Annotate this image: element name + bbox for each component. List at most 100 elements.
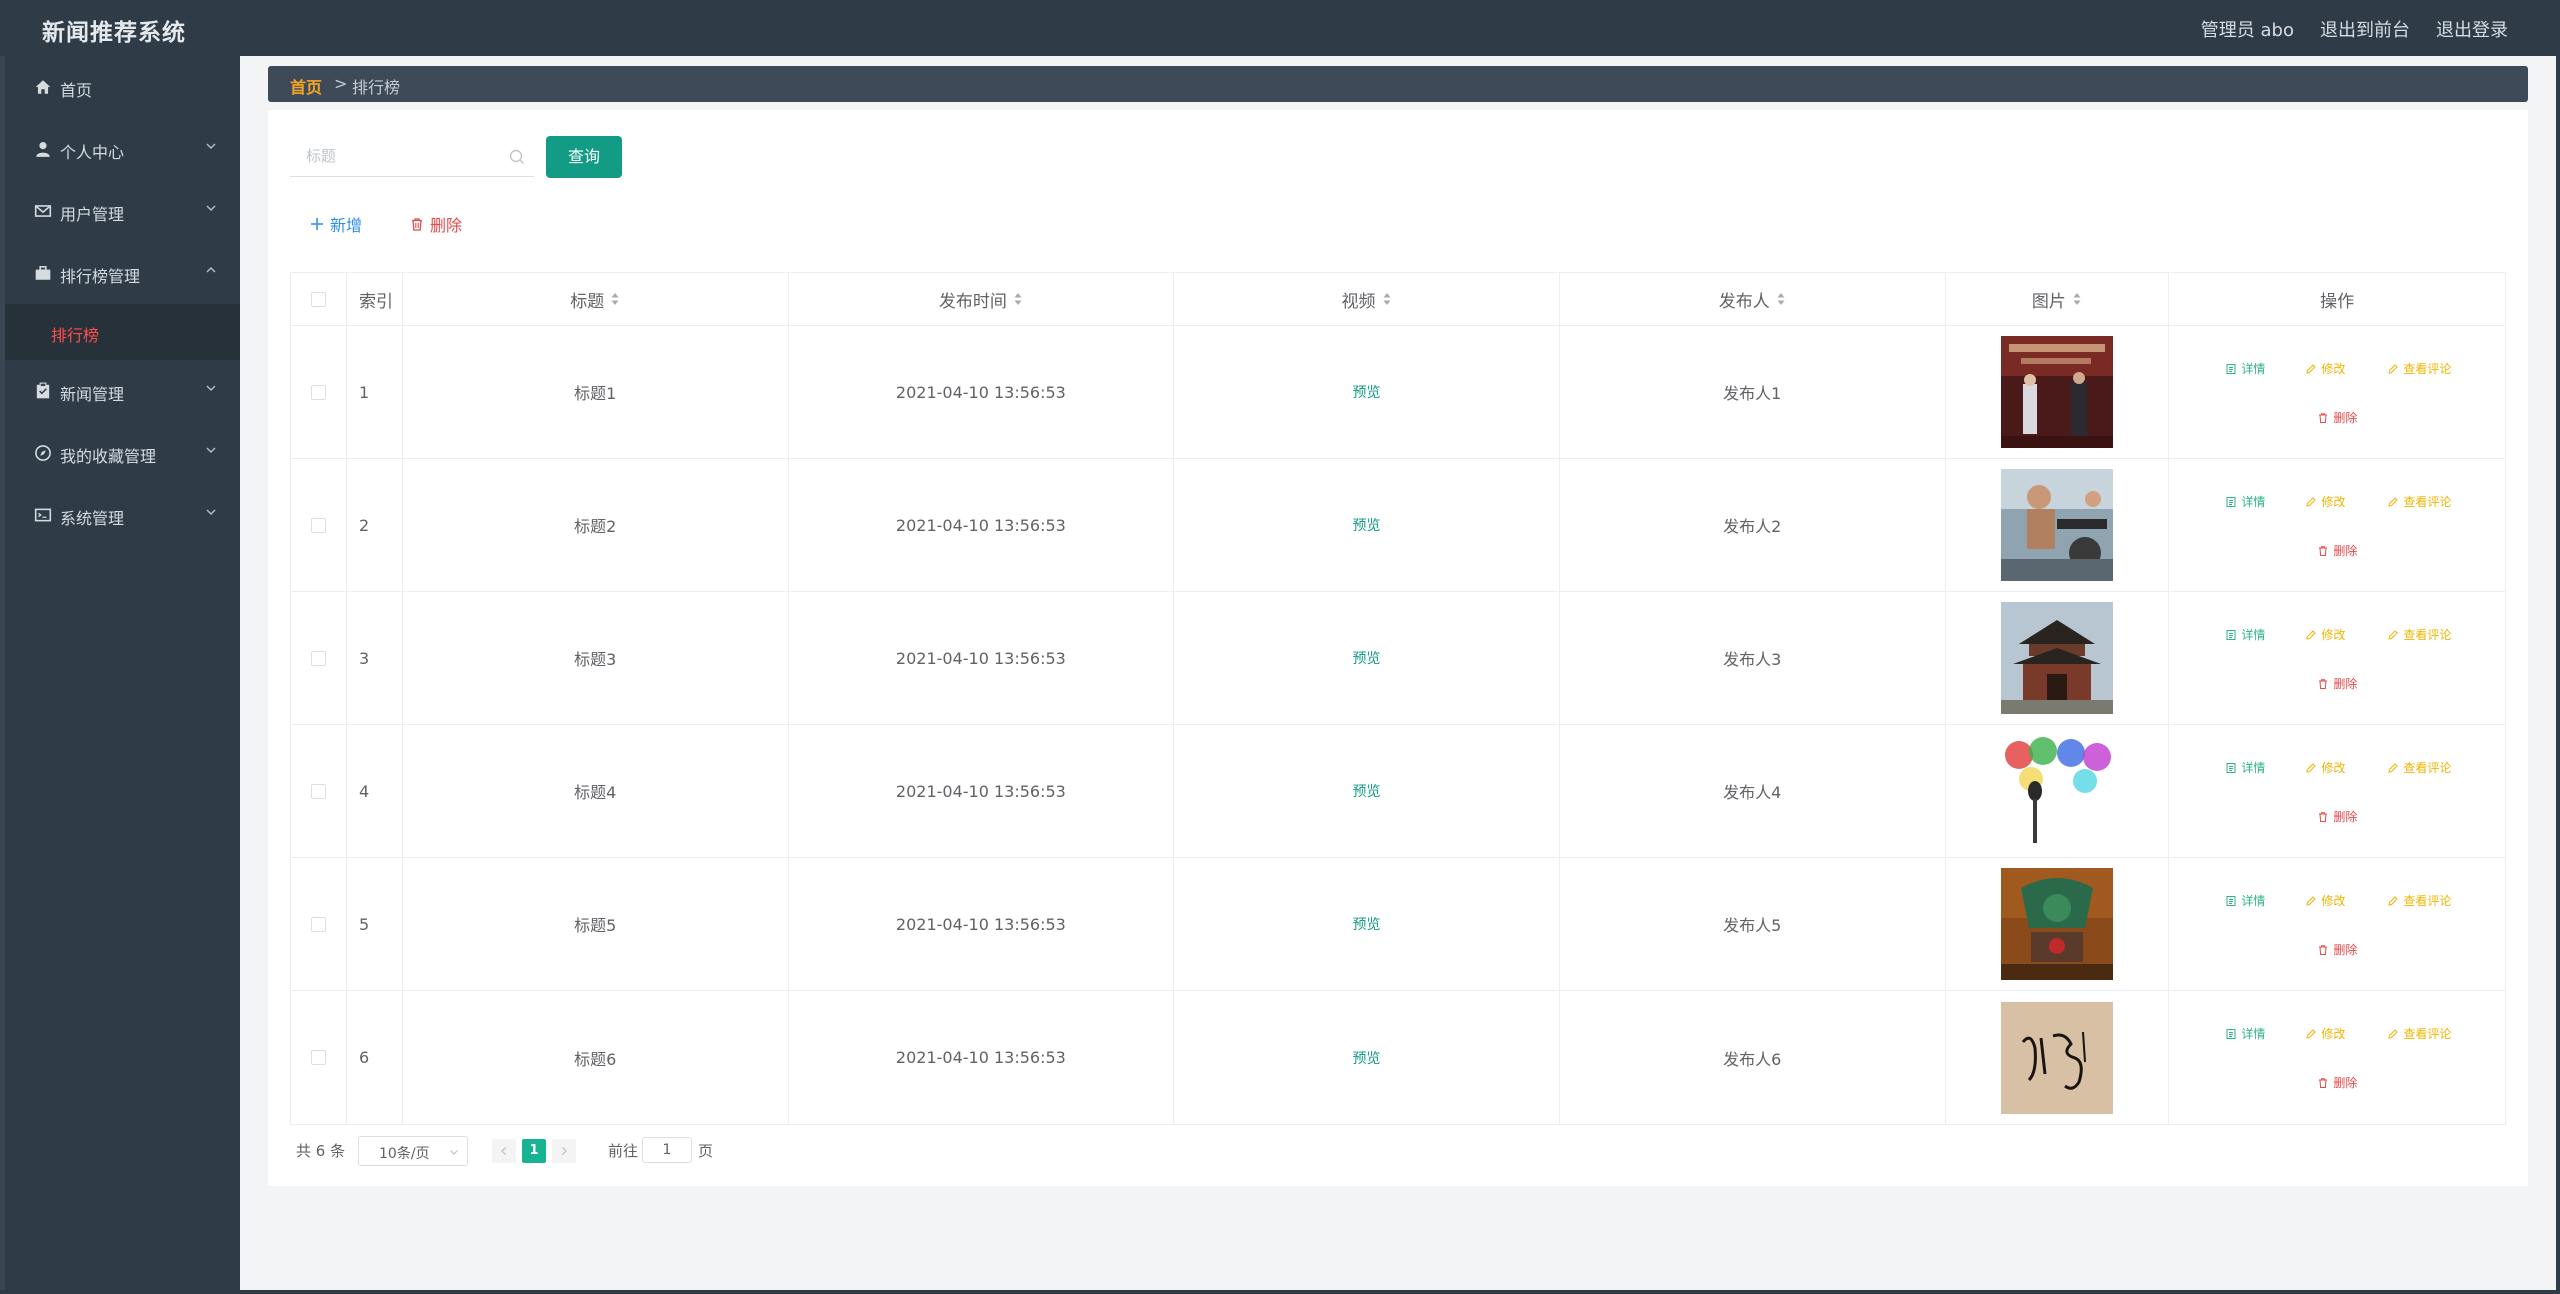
detail-button[interactable]: 详情	[2225, 493, 2265, 510]
row-image-cell	[1946, 326, 2170, 458]
video-preview-link[interactable]: 预览	[1353, 382, 1381, 402]
news-thumbnail-calligraphy[interactable]	[2000, 1001, 2113, 1114]
row-checkbox[interactable]	[310, 517, 326, 533]
sidebar-subitem-label: 排行榜	[51, 326, 100, 345]
sort-icon[interactable]	[2072, 291, 2082, 307]
news-thumbnail-statue[interactable]	[2000, 868, 2113, 980]
row-image-cell	[1946, 991, 2170, 1124]
select-all-checkbox[interactable]	[310, 291, 326, 307]
row-index: 6	[347, 991, 403, 1124]
row-delete-button[interactable]: 删除	[2317, 941, 2357, 958]
row-operations: 详情 修改 查看评论 删除	[2169, 858, 2505, 990]
prev-page-button[interactable]	[492, 1139, 516, 1163]
video-preview-link[interactable]: 预览	[1353, 1048, 1381, 1068]
header-publisher[interactable]: 发布人	[1560, 273, 1946, 325]
pagination-total: 共 6 条	[296, 1142, 346, 1160]
sort-icon[interactable]	[1013, 291, 1023, 307]
sidebar-item-home[interactable]: 首页	[5, 56, 240, 118]
detail-button[interactable]: 详情	[2225, 360, 2265, 377]
sidebar-subitem-ranking[interactable]: 排行榜	[5, 304, 240, 360]
next-page-button[interactable]	[552, 1139, 576, 1163]
document-icon	[2226, 629, 2236, 640]
goto-page-input[interactable]	[642, 1137, 692, 1163]
detail-button[interactable]: 详情	[2225, 626, 2265, 643]
chevron-up-icon	[206, 267, 216, 273]
sort-icon[interactable]	[610, 291, 620, 307]
search-icon[interactable]	[508, 148, 526, 166]
view-comments-button[interactable]: 查看评论	[2387, 626, 2451, 643]
admin-user-label[interactable]: 管理员 abo	[2201, 16, 2294, 42]
edit-button[interactable]: 修改	[2305, 1025, 2345, 1042]
header-title-label: 标题	[570, 291, 605, 312]
view-comments-label: 查看评论	[2403, 362, 2452, 376]
video-preview-link[interactable]: 预览	[1353, 648, 1381, 668]
chevron-down-icon	[206, 509, 216, 515]
header-title[interactable]: 标题	[403, 273, 789, 325]
row-checkbox[interactable]	[310, 916, 326, 932]
sidebar-item-ranking-management[interactable]: 排行榜管理	[5, 242, 240, 304]
breadcrumb-home-link[interactable]: 首页	[290, 74, 322, 98]
video-preview-link[interactable]: 预览	[1353, 515, 1381, 535]
news-thumbnail-gym[interactable]	[2000, 469, 2113, 581]
row-delete-button[interactable]: 删除	[2317, 409, 2357, 426]
detail-button[interactable]: 详情	[2225, 759, 2265, 776]
logout-link[interactable]: 退出登录	[2436, 16, 2508, 42]
news-thumbnail-microphone[interactable]	[2000, 735, 2113, 847]
row-delete-button[interactable]: 删除	[2317, 808, 2357, 825]
sort-icon[interactable]	[1776, 291, 1786, 307]
view-comments-button[interactable]: 查看评论	[2387, 360, 2451, 377]
sidebar-item-system-management[interactable]: 系统管理	[5, 484, 240, 546]
view-comments-button[interactable]: 查看评论	[2387, 759, 2451, 776]
title-search-input[interactable]	[290, 137, 500, 175]
table-row: 6 标题6 2021-04-10 13:56:53 预览 发布人6 详情 修改 …	[291, 991, 2505, 1124]
edit-button[interactable]: 修改	[2305, 892, 2345, 909]
row-checkbox[interactable]	[310, 783, 326, 799]
query-button[interactable]: 查询	[546, 136, 622, 178]
row-delete-button[interactable]: 删除	[2317, 542, 2357, 559]
edit-button[interactable]: 修改	[2305, 493, 2345, 510]
row-delete-button[interactable]: 删除	[2317, 675, 2357, 692]
edit-button[interactable]: 修改	[2305, 759, 2345, 776]
page-number-current[interactable]: 1	[522, 1139, 546, 1163]
row-checkbox[interactable]	[310, 1050, 326, 1065]
row-video-cell: 预览	[1174, 459, 1560, 591]
row-video-cell: 预览	[1174, 725, 1560, 857]
breadcrumb-current: 排行榜	[352, 78, 401, 97]
row-checkbox[interactable]	[310, 650, 326, 666]
header-image[interactable]: 图片	[1946, 273, 2170, 325]
sidebar-item-news-management[interactable]: 新闻管理	[5, 360, 240, 422]
detail-button[interactable]: 详情	[2225, 1025, 2265, 1042]
sidebar-item-personal-center[interactable]: 个人中心	[5, 118, 240, 180]
row-publisher: 发布人2	[1560, 459, 1946, 591]
edit-icon	[2388, 895, 2399, 906]
news-thumbnail-ceremony[interactable]	[2000, 336, 2113, 448]
add-button-label: 新增	[330, 216, 363, 235]
home-icon	[35, 80, 51, 94]
edit-button[interactable]: 修改	[2305, 360, 2345, 377]
row-delete-label: 删除	[2333, 677, 2358, 691]
page-size-select[interactable]: 10条/页	[358, 1136, 468, 1166]
sort-icon[interactable]	[1382, 291, 1392, 307]
briefcase-icon	[35, 266, 51, 280]
video-preview-link[interactable]: 预览	[1353, 914, 1381, 934]
batch-delete-button[interactable]: 删除	[410, 212, 462, 236]
view-comments-button[interactable]: 查看评论	[2387, 1025, 2451, 1042]
exit-to-front-link[interactable]: 退出到前台	[2320, 16, 2410, 42]
detail-button[interactable]: 详情	[2225, 892, 2265, 909]
sidebar-item-favorites-management[interactable]: 我的收藏管理	[5, 422, 240, 484]
edit-button[interactable]: 修改	[2305, 626, 2345, 643]
news-thumbnail-pagoda[interactable]	[2000, 602, 2113, 714]
add-button[interactable]: 新增	[310, 212, 362, 236]
header-image-label: 图片	[2031, 291, 2066, 312]
row-checkbox[interactable]	[310, 384, 326, 400]
view-comments-button[interactable]: 查看评论	[2387, 892, 2451, 909]
sidebar-item-user-management[interactable]: 用户管理	[5, 180, 240, 242]
header-publish-time[interactable]: 发布时间	[789, 273, 1175, 325]
row-operations: 详情 修改 查看评论 删除	[2169, 991, 2505, 1124]
trash-icon	[2319, 811, 2328, 822]
view-comments-button[interactable]: 查看评论	[2387, 493, 2451, 510]
video-preview-link[interactable]: 预览	[1353, 781, 1381, 801]
table-row: 4 标题4 2021-04-10 13:56:53 预览 发布人4 详情 修改 …	[291, 725, 2505, 858]
row-delete-button[interactable]: 删除	[2317, 1074, 2357, 1091]
header-video[interactable]: 视频	[1174, 273, 1560, 325]
